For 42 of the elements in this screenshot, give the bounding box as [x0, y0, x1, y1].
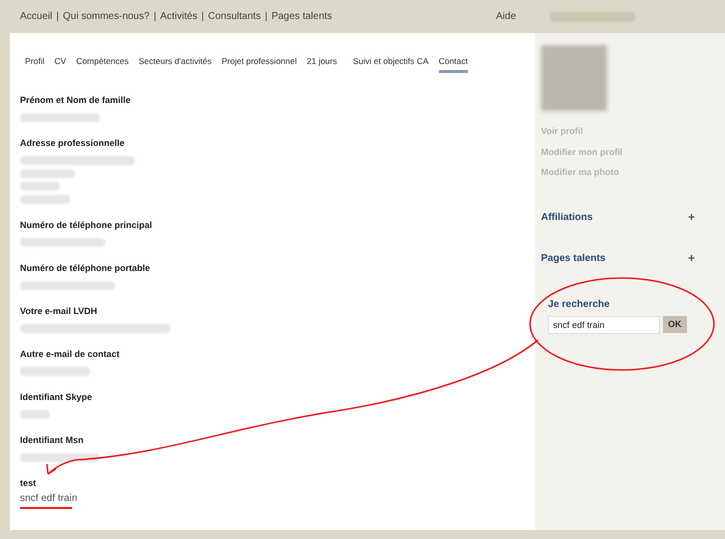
tab[interactable]: Compétences: [76, 55, 129, 73]
annotation-underline: [20, 506, 72, 509]
section-link[interactable]: Affiliations: [541, 210, 593, 224]
field-label: test: [20, 476, 36, 490]
tab[interactable]: Profil: [25, 55, 44, 73]
blurred-value: [20, 168, 75, 178]
field-label: Autre e-mail de contact: [20, 348, 120, 361]
blurred-value: [20, 194, 70, 204]
field-label: Identifiant Msn: [20, 434, 84, 447]
nav-link[interactable]: Consultants: [208, 9, 261, 24]
field-label: Prénom et Nom de famille: [20, 94, 131, 107]
field-label: Numéro de téléphone principal: [20, 218, 152, 232]
nav-separator: |: [154, 10, 156, 24]
field-label: Numéro de téléphone portable: [20, 262, 150, 275]
tab[interactable]: Contact: [438, 55, 468, 73]
nav-link[interactable]: Activités: [160, 9, 198, 24]
section-link[interactable]: Pages talents: [541, 250, 606, 266]
nav-link[interactable]: Accueil: [20, 9, 52, 24]
nav-separator: |: [264, 10, 268, 24]
blurred-value: [20, 410, 50, 419]
tab[interactable]: CV: [54, 55, 66, 73]
ok-button[interactable]: OK: [663, 316, 686, 333]
tab[interactable]: Projet professionnel: [222, 55, 297, 73]
photo-placeholder: [541, 45, 607, 111]
expand-button[interactable]: +: [688, 252, 695, 264]
field-label: Votre e-mail LVDH: [20, 304, 98, 318]
field-value: sncf edf train: [20, 492, 78, 505]
nav-link[interactable]: Pages talents: [271, 9, 332, 24]
field-label: Adresse professionnelle: [20, 136, 125, 150]
help-link[interactable]: Aide: [496, 9, 516, 24]
tab[interactable]: Suivi et objectifs CA: [353, 55, 429, 73]
nav-separator: |: [56, 10, 59, 24]
blurred-value: [20, 366, 90, 376]
nav-link[interactable]: Qui sommes-nous?: [62, 9, 150, 24]
expand-button[interactable]: +: [688, 211, 695, 223]
search-field[interactable]: sncf edf train: [548, 316, 660, 334]
search-title: Je recherche: [548, 298, 610, 312]
nav-separator: |: [201, 10, 204, 24]
tab[interactable]: Secteurs d'activités: [138, 55, 212, 73]
tab[interactable]: 21 jours: [306, 55, 337, 73]
blurred-value: [20, 182, 60, 191]
field-label: Identifiant Skype: [20, 390, 92, 404]
